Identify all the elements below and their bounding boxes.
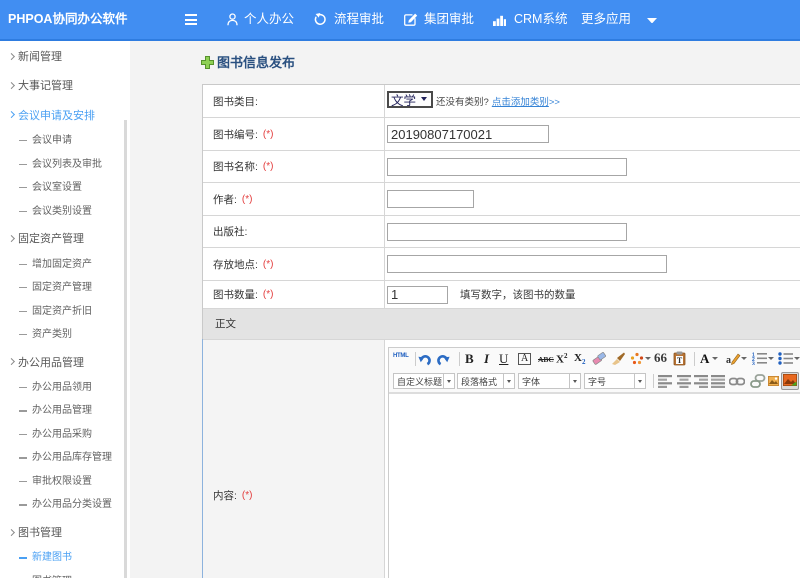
svg-text:a: a xyxy=(726,355,731,366)
svg-text:T: T xyxy=(677,356,683,365)
svg-text:3: 3 xyxy=(752,362,755,366)
